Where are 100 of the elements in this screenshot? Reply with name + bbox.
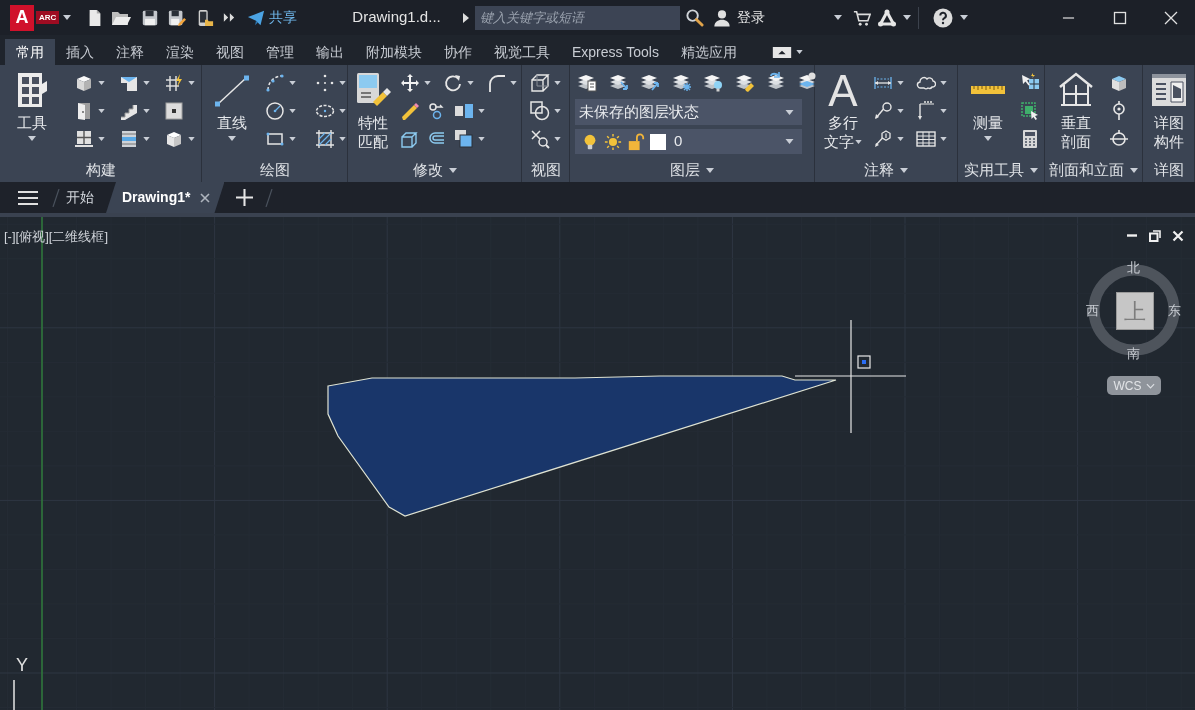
caret-icon[interactable] — [900, 167, 908, 173]
caret-icon[interactable] — [63, 15, 72, 20]
viewport-label[interactable]: [-][俯视][二维线框] — [4, 227, 108, 247]
file-tab[interactable]: Drawing1* — [106, 182, 225, 213]
ribbon-tab[interactable]: 精选应用 — [669, 39, 748, 65]
caret-icon[interactable] — [424, 81, 431, 85]
cube-icon[interactable] — [74, 73, 94, 93]
caret-icon[interactable] — [795, 50, 803, 54]
triangle-nodes-icon[interactable] — [876, 7, 897, 28]
sign-in-button[interactable]: 登录 — [712, 7, 765, 28]
restore-icon[interactable] — [1149, 230, 1161, 242]
caret-icon[interactable] — [28, 136, 36, 141]
compass-label[interactable]: 西 — [1086, 303, 1099, 318]
caret-icon[interactable] — [98, 137, 105, 141]
caret-icon[interactable] — [959, 15, 968, 20]
sun-icon[interactable] — [604, 132, 622, 151]
ribbon-tab[interactable]: 视图 — [205, 39, 255, 65]
circle-icon[interactable] — [265, 101, 285, 121]
tag-leader-icon[interactable] — [916, 101, 936, 121]
minimize-icon[interactable] — [1062, 16, 1075, 19]
eraser-icon[interactable] — [400, 101, 420, 121]
caret-icon[interactable] — [510, 81, 517, 85]
points-icon[interactable] — [315, 73, 335, 93]
compass-label[interactable]: 北 — [1127, 260, 1140, 275]
maximize-icon[interactable] — [1113, 10, 1127, 25]
line-button[interactable]: 直线 — [202, 65, 262, 158]
search-icon[interactable] — [684, 8, 704, 27]
ribbon-tab[interactable]: 渲染 — [155, 39, 205, 65]
ribbon-tab[interactable]: 输出 — [305, 39, 355, 65]
caret-icon[interactable] — [1130, 167, 1138, 173]
panel-toggle-icon[interactable] — [771, 46, 792, 58]
panel-title[interactable]: 修改 — [412, 158, 443, 182]
overlap-squares-icon[interactable] — [454, 129, 474, 149]
caret-icon[interactable] — [554, 81, 561, 85]
select-frame-icon[interactable] — [1020, 101, 1040, 121]
caret-icon[interactable] — [289, 137, 296, 141]
triangle-right-icon[interactable] — [462, 12, 469, 23]
table-icon[interactable] — [916, 129, 936, 149]
cube-icon[interactable] — [1109, 73, 1129, 93]
caret-icon[interactable] — [289, 109, 296, 113]
square-circle-icon[interactable] — [530, 101, 550, 121]
caret-icon[interactable] — [143, 137, 150, 141]
caret-icon[interactable] — [940, 137, 947, 141]
callout-icon[interactable] — [873, 129, 893, 149]
move-icon[interactable] — [400, 73, 420, 93]
caret-icon[interactable] — [897, 109, 904, 113]
caret-icon[interactable] — [897, 81, 904, 85]
file-tab[interactable]: 开始 — [66, 182, 94, 213]
layers-arrow-icon[interactable] — [640, 72, 661, 92]
caret-icon[interactable] — [228, 136, 236, 141]
caret-icon[interactable] — [289, 81, 296, 85]
caret-icon[interactable] — [902, 15, 911, 20]
search-field[interactable]: 键入关键字或短语 — [474, 5, 680, 30]
fillet-icon[interactable] — [486, 73, 506, 93]
ribbon-tab[interactable]: 管理 — [255, 39, 305, 65]
ribbon-tab[interactable]: 常用 — [5, 39, 55, 65]
panel-title[interactable]: 注释 — [864, 158, 894, 182]
section-button[interactable]: 垂直 剖面 — [1045, 65, 1107, 158]
plus-icon[interactable] — [236, 189, 254, 206]
compass-label[interactable]: 东 — [1168, 303, 1181, 318]
ribbon-tab[interactable]: Express Tools — [561, 39, 670, 65]
curtain-wall-icon[interactable] — [119, 129, 139, 149]
caret-icon[interactable] — [143, 81, 150, 85]
caret-icon[interactable] — [188, 81, 195, 85]
caret-icon[interactable] — [98, 109, 105, 113]
caret-icon[interactable] — [855, 139, 862, 144]
layers-brush-icon[interactable] — [734, 72, 755, 92]
wire-cube-icon[interactable] — [530, 73, 550, 93]
panel-title[interactable]: 实用工具 — [964, 158, 1024, 182]
grid-bolt-icon[interactable] — [164, 73, 184, 93]
caret-icon[interactable] — [467, 81, 474, 85]
ribbon-tab[interactable]: 视觉工具 — [483, 39, 561, 65]
box-icon[interactable] — [164, 129, 184, 149]
caret-icon[interactable] — [339, 137, 346, 141]
menu-icon[interactable] — [18, 189, 38, 206]
caret-icon[interactable] — [897, 137, 904, 141]
double-chevron-icon[interactable] — [223, 12, 236, 23]
ribbon-tab[interactable]: 附加模块 — [355, 39, 433, 65]
caret-icon[interactable] — [1030, 167, 1038, 173]
tools-button[interactable]: 工具 — [0, 65, 64, 158]
caret-icon[interactable] — [833, 15, 842, 20]
ribbon-tab[interactable]: 注释 — [105, 39, 155, 65]
caret-icon[interactable] — [554, 137, 561, 141]
ribbon-tab[interactable]: 协作 — [433, 39, 483, 65]
caret-icon[interactable] — [188, 137, 195, 141]
layers-bulb-icon[interactable] — [703, 72, 724, 92]
panel-title[interactable]: 图层 — [670, 158, 700, 182]
caret-icon[interactable] — [478, 137, 485, 141]
caret-icon[interactable] — [785, 109, 794, 115]
caret-icon[interactable] — [706, 167, 714, 173]
caret-icon[interactable] — [448, 167, 457, 173]
match-properties-button[interactable]: 特性 匹配 — [348, 65, 398, 158]
window-icon[interactable] — [74, 129, 94, 149]
layers-document-icon[interactable] — [577, 72, 597, 92]
layer-dropdown[interactable]: 0 — [575, 129, 802, 154]
detail-components-button[interactable]: 详图 构件 — [1143, 65, 1195, 158]
help-icon[interactable] — [932, 7, 953, 28]
caret-icon[interactable] — [478, 109, 485, 113]
caret-icon[interactable] — [984, 136, 992, 141]
caret-icon[interactable] — [940, 109, 947, 113]
